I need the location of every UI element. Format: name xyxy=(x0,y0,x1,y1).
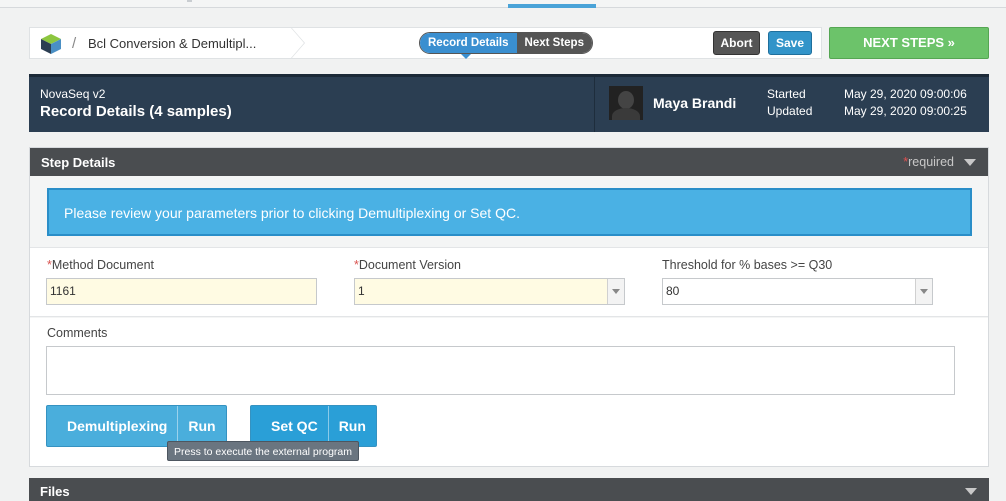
set-qc-run-button[interactable]: Run xyxy=(329,406,376,446)
avatar-head-shape xyxy=(618,91,634,109)
tab-indicator-inactive xyxy=(187,0,192,2)
active-tab-caret-icon xyxy=(461,54,471,59)
files-panel-header[interactable]: Files xyxy=(29,478,989,501)
started-value: May 29, 2020 09:00:06 xyxy=(844,87,967,101)
document-version-label: *Document Version xyxy=(354,258,462,272)
top-tab-strip xyxy=(0,0,1006,8)
chevron-down-icon[interactable] xyxy=(965,488,977,495)
threshold-select[interactable]: 80 xyxy=(662,278,933,305)
set-qc-label[interactable]: Set QC xyxy=(251,406,329,446)
comments-textarea[interactable] xyxy=(46,346,955,395)
info-message-box: Please review your parameters prior to c… xyxy=(47,188,972,236)
started-label: Started xyxy=(767,87,806,101)
record-title: Record Details (4 samples) xyxy=(40,103,232,120)
chevron-down-icon[interactable] xyxy=(607,279,624,304)
protocol-name: NovaSeq v2 xyxy=(40,87,106,101)
chevron-down-icon[interactable] xyxy=(964,159,976,166)
document-version-label-text: Document Version xyxy=(358,258,462,272)
app-logo-icon[interactable] xyxy=(40,33,62,55)
avatar xyxy=(609,86,643,120)
method-document-label-text: Method Document xyxy=(51,258,155,272)
tab-record-details[interactable]: Record Details xyxy=(420,33,517,53)
record-banner: NovaSeq v2 Record Details (4 samples) Ma… xyxy=(29,74,989,132)
updated-value: May 29, 2020 09:00:25 xyxy=(844,104,967,118)
user-name: Maya Brandi xyxy=(653,95,737,111)
banner-divider xyxy=(594,77,595,132)
step-details-title: Step Details xyxy=(41,155,116,170)
document-version-value: 1 xyxy=(358,284,365,298)
required-note-text: required xyxy=(908,155,954,169)
threshold-value: 80 xyxy=(666,284,680,298)
parameter-fields: *Method Document 1161 *Document Version … xyxy=(30,247,988,317)
threshold-label: Threshold for % bases >= Q30 xyxy=(662,258,833,272)
active-tab-indicator[interactable] xyxy=(508,4,596,8)
comments-label: Comments xyxy=(47,326,108,340)
chevron-down-icon[interactable] xyxy=(915,279,932,304)
required-note: *required xyxy=(903,155,954,169)
method-document-input[interactable]: 1161 xyxy=(46,278,317,305)
breadcrumb: / Bcl Conversion & Demultipl... xyxy=(29,27,305,59)
breadcrumb-current-step[interactable]: Bcl Conversion & Demultipl... xyxy=(88,36,256,51)
info-message: Please review your parameters prior to c… xyxy=(64,205,520,221)
next-steps-button[interactable]: NEXT STEPS » xyxy=(829,27,989,59)
files-title: Files xyxy=(40,484,70,499)
step-details-header[interactable]: Step Details *required xyxy=(30,148,988,176)
view-toggle: Record Details Next Steps xyxy=(419,32,593,54)
updated-label: Updated xyxy=(767,104,813,118)
demultiplexing-run-button[interactable]: Run xyxy=(178,406,225,446)
save-button[interactable]: Save xyxy=(768,31,812,55)
avatar-body-shape xyxy=(612,108,640,120)
method-document-label: *Method Document xyxy=(47,258,155,272)
run-tooltip: Press to execute the external program xyxy=(167,441,360,461)
tab-next-steps[interactable]: Next Steps xyxy=(516,33,592,53)
demultiplexing-label[interactable]: Demultiplexing xyxy=(47,406,179,446)
abort-button[interactable]: Abort xyxy=(713,31,760,55)
breadcrumb-separator: / xyxy=(72,35,77,52)
document-version-select[interactable]: 1 xyxy=(354,278,625,305)
